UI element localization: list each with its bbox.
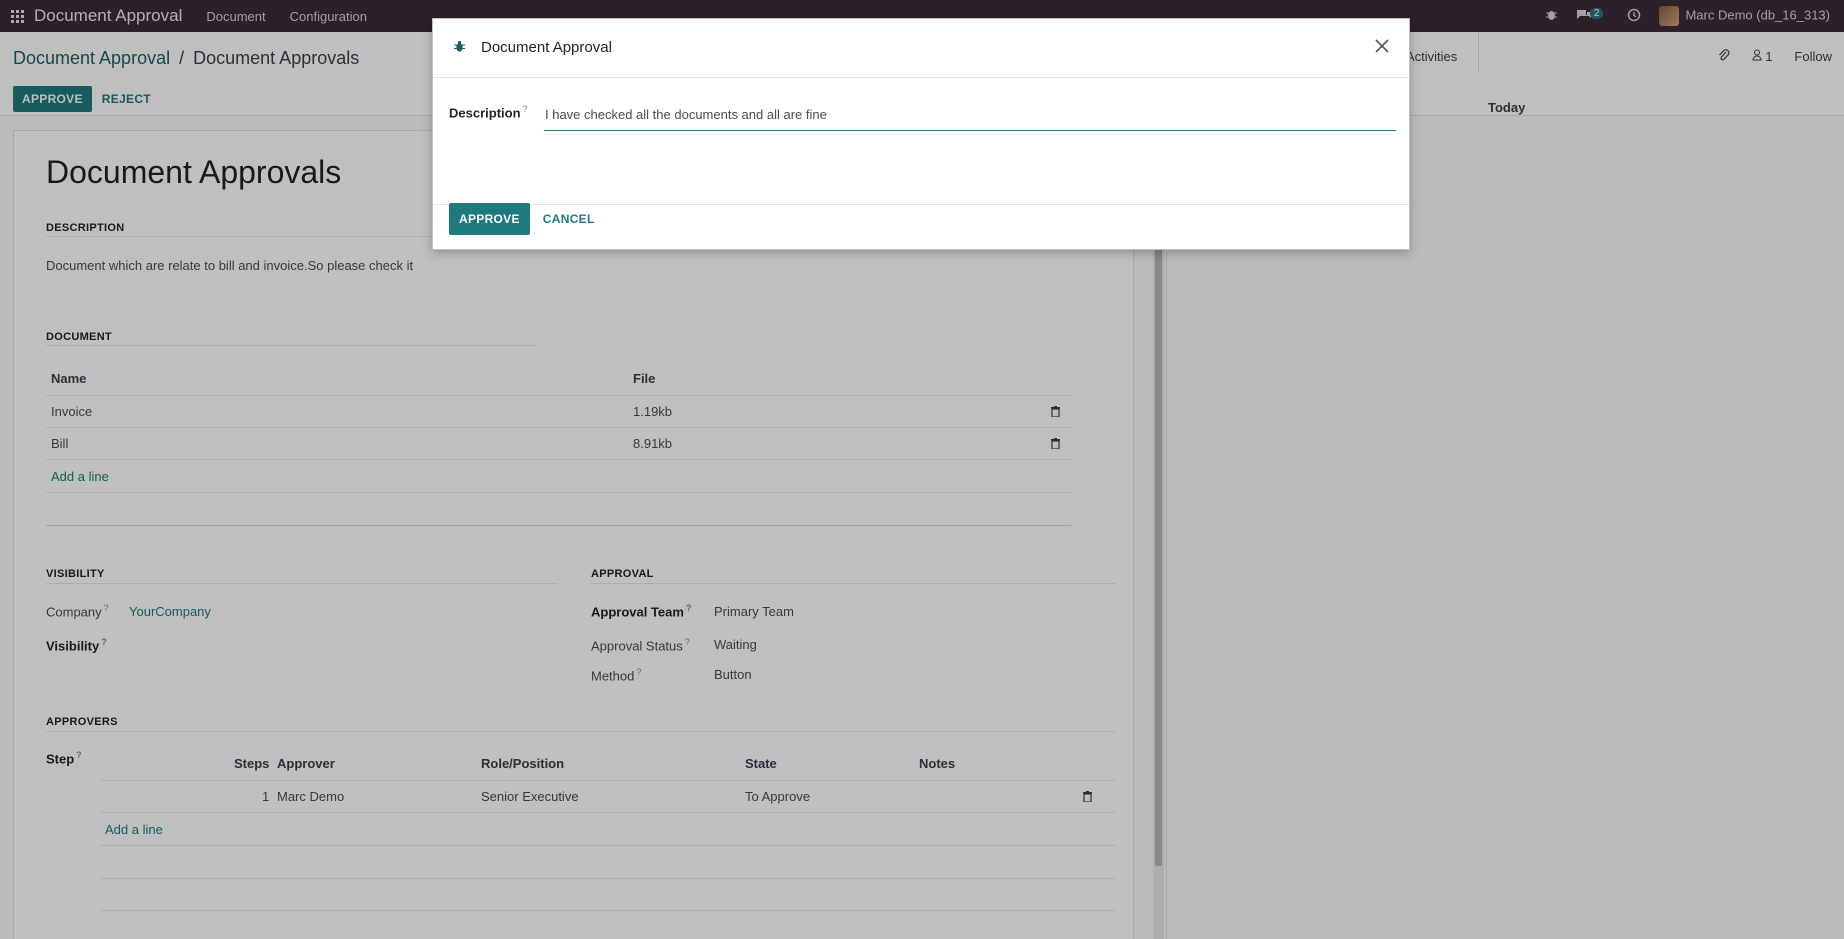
help-icon[interactable]: ?: [523, 104, 528, 114]
dialog-approve-button[interactable]: APPROVE: [449, 203, 530, 235]
dialog-header: Document Approval: [433, 19, 1409, 78]
description-label: Description?: [449, 104, 528, 121]
description-input[interactable]: [544, 99, 1396, 131]
dialog-cancel-button[interactable]: CANCEL: [543, 206, 595, 232]
dialog-title: Document Approval: [481, 39, 612, 56]
approval-dialog: Document Approval Description? APPROVE C…: [432, 18, 1410, 250]
close-icon[interactable]: [1373, 37, 1391, 55]
bug-icon: [454, 40, 465, 52]
dialog-body: Description?: [433, 79, 1409, 205]
dialog-footer: APPROVE CANCEL: [449, 203, 595, 235]
